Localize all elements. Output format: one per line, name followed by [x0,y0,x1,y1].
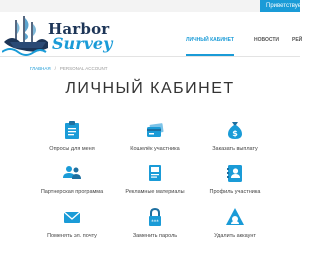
clipboard-icon [65,121,79,139]
tile-change-password[interactable]: *** Заменить пароль [110,207,200,239]
page-title: ЛИЧНЫЙ КАБИНЕТ [65,80,235,97]
tile-label: Профиль участника [209,189,261,195]
svg-text:***: *** [151,220,159,226]
tile-label: Рекламные материалы [125,189,185,195]
tile-label: Кошелёк участника [130,146,180,152]
delete-account-icon [226,208,244,225]
greeting-text[interactable]: Приветствуем [260,0,300,12]
nav-item-news[interactable]: НОВОСТИ [254,24,279,56]
tile-change-email[interactable]: Поменять эл. почту [27,207,117,239]
logo-text-survey: Survey [52,34,113,53]
tile-label: Партнерская программа [40,189,104,195]
tile-promo-materials[interactable]: Рекламные материалы [110,163,200,195]
partners-icon [63,166,81,179]
top-bar: Приветствуем [0,0,300,12]
promo-materials-icon [149,165,161,181]
header-divider [0,56,300,57]
nav-item-ratings[interactable]: РЕЙ [292,24,302,56]
nav-item-personal-account[interactable]: ЛИЧНЫЙ КАБИНЕТ [186,24,234,56]
site-logo[interactable]: Harbor Survey [2,12,122,62]
lock-icon: *** [149,207,161,226]
tile-profile[interactable]: Профиль участника [190,163,280,195]
breadcrumb-home[interactable]: ГЛАВНАЯ [30,66,51,71]
tile-label: Поменять эл. почту [47,233,97,239]
tile-surveys[interactable]: Опросы для меня [27,120,117,152]
breadcrumb: ГЛАВНАЯ / PERSONAL ACCOUNT [30,66,108,71]
tile-label: Опросы для меня [49,146,95,152]
tile-payout[interactable]: $ Заказать выплату [190,120,280,152]
tile-label: Заказать выплату [212,146,258,152]
profile-card-icon [227,165,242,182]
wallet-icon [147,123,164,137]
tile-wallet[interactable]: Кошелёк участника [110,120,200,152]
tile-label: Удалить аккаунт [214,233,256,239]
tile-partner-program[interactable]: Партнерская программа [27,163,117,195]
breadcrumb-current: PERSONAL ACCOUNT [59,66,108,71]
tile-label: Заменить пароль [132,233,178,239]
svg-text:$: $ [232,129,238,138]
email-icon [63,211,81,223]
site-header: Harbor Survey ЛИЧНЫЙ КАБИНЕТ НОВОСТИ РЕЙ [0,12,302,56]
breadcrumb-separator: / [54,66,56,71]
money-bag-icon: $ [228,122,242,139]
tile-delete-account[interactable]: Удалить аккаунт [190,207,280,239]
